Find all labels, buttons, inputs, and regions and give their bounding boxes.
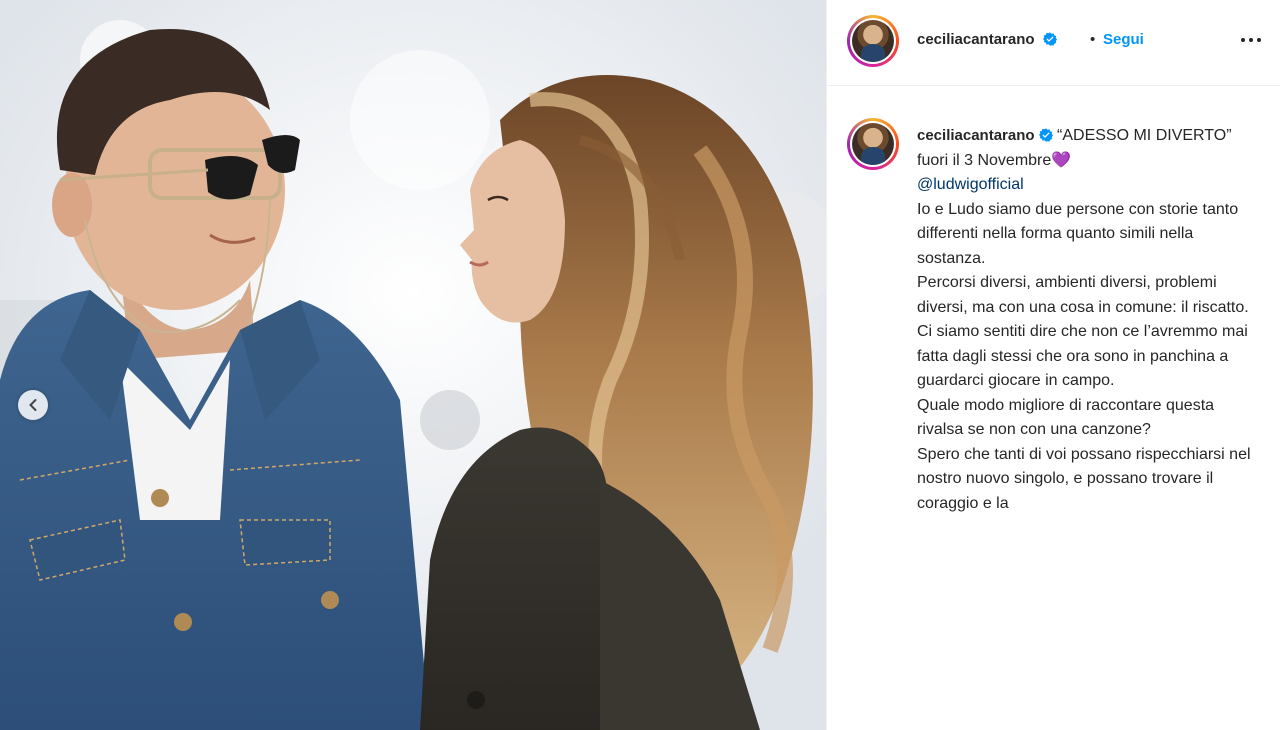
author-username[interactable]: ceciliacantarano xyxy=(917,31,1035,48)
purple-heart-emoji: 💜 xyxy=(1051,151,1072,169)
caption-author-avatar[interactable] xyxy=(847,118,899,170)
header-separator: • xyxy=(1090,31,1096,48)
post-side-panel: ceciliacantarano • Segui ceciliacantaran… xyxy=(826,0,1280,730)
author-avatar[interactable] xyxy=(847,15,899,67)
carousel-prev-button[interactable] xyxy=(18,390,48,420)
caption-line: Ci siamo sentiti dire che non ce l’avrem… xyxy=(917,323,1248,389)
post-caption: ceciliacantarano “ADESSO MI DIVERTO” fuo… xyxy=(917,124,1257,516)
follow-button[interactable]: Segui xyxy=(1103,31,1144,48)
caption-line: Spero che tanti di voi possano rispecchi… xyxy=(917,445,1251,512)
post-header: ceciliacantarano • Segui xyxy=(827,0,1280,86)
caption-line: Quale modo migliore di raccontare questa… xyxy=(917,396,1215,439)
post-photo[interactable] xyxy=(0,0,826,730)
verified-badge-icon xyxy=(1043,32,1058,46)
caption-line: Percorsi diversi, ambienti diversi, prob… xyxy=(917,274,1249,316)
caption-author-username[interactable]: ceciliacantarano xyxy=(917,127,1035,144)
mention-link[interactable]: @ludwigofficial xyxy=(917,176,1024,193)
more-options-icon[interactable] xyxy=(1239,32,1263,48)
instagram-post-view: ceciliacantarano • Segui ceciliacantaran… xyxy=(0,0,1280,730)
chevron-left-icon xyxy=(29,399,37,411)
author-username-link[interactable]: ceciliacantarano xyxy=(917,31,1058,49)
caption-line: Io e Ludo siamo due persone con storie t… xyxy=(917,200,1239,267)
verified-badge-icon xyxy=(1038,128,1053,142)
photo-illustration xyxy=(0,0,826,730)
caption-first-paragraph: ceciliacantarano “ADESSO MI DIVERTO” fuo… xyxy=(917,124,1257,173)
